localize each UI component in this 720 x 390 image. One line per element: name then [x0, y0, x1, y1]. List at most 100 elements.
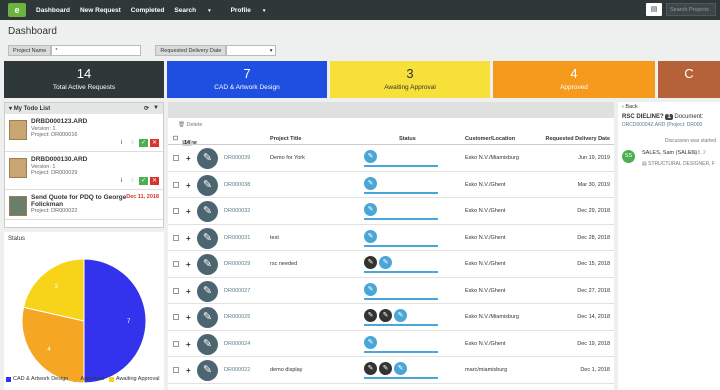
legend-item[interactable]: CAD & Artwork Design	[6, 376, 68, 382]
folder-icon[interactable]: ▤	[646, 3, 662, 16]
header-status[interactable]: Status	[399, 136, 416, 142]
row-checkbox[interactable]	[173, 287, 179, 294]
comment-icon[interactable]: ◌	[128, 177, 137, 185]
reject-button[interactable]: ✕	[150, 177, 159, 185]
doc-id[interactable]: DRCD00004Z.ARD	[622, 122, 665, 128]
delete-button[interactable]: 🗑 Delete	[168, 118, 614, 132]
tile-4[interactable]: C	[658, 61, 720, 98]
request-id[interactable]: DR000039	[224, 155, 250, 161]
expand-icon[interactable]: +	[186, 366, 191, 375]
status-progress	[364, 244, 438, 247]
todo-item[interactable]: DRBD000130.ARD Version: 1 Project: DR00002…	[5, 152, 163, 190]
pencil-icon[interactable]: ✎	[364, 362, 377, 375]
expand-icon[interactable]: +	[186, 181, 191, 190]
todo-title[interactable]: DRBD000123.ARD	[31, 118, 87, 125]
info-icon[interactable]: i	[117, 139, 126, 147]
comment-icon[interactable]: ◌	[128, 139, 137, 147]
header-customer[interactable]: Customer/Location	[465, 136, 515, 142]
request-id[interactable]: DR000032	[224, 208, 250, 214]
reject-button[interactable]: ✕	[150, 139, 159, 147]
row-checkbox[interactable]	[173, 261, 179, 267]
request-id[interactable]: DR000031	[224, 235, 250, 241]
row-checkbox[interactable]	[173, 340, 179, 347]
pie-slice-0[interactable]	[83, 258, 147, 384]
row-checkbox[interactable]	[173, 181, 179, 188]
request-id[interactable]: DR000027	[224, 288, 250, 294]
app-logo[interactable]: e	[8, 3, 26, 17]
status-icon[interactable]: ✎	[379, 256, 392, 269]
request-id[interactable]: DR000029	[224, 261, 250, 267]
row-checkbox[interactable]	[173, 208, 179, 214]
status-icon[interactable]: ✎	[394, 309, 407, 322]
status-icons: ✎	[364, 229, 379, 243]
table-row[interactable]: + ✎ DR000024 ✎ Esko N.V./Ghent Dec 19, 2018	[168, 331, 614, 357]
status-icon[interactable]: ✎	[364, 203, 377, 216]
table-row[interactable]: + ✎ DR000027 ✎ Esko N.V./Ghent Dec 27, 2018	[168, 278, 614, 304]
expand-icon[interactable]: +	[186, 207, 191, 216]
legend-item[interactable]: Awaiting Approval	[108, 376, 160, 382]
header-delivery-date[interactable]: Requested Delivery Date	[546, 136, 611, 142]
row-checkbox[interactable]	[173, 367, 179, 373]
status-icon[interactable]: ✎	[364, 150, 377, 163]
info-icon[interactable]: i	[117, 177, 126, 185]
todo-title[interactable]: DRBD000130.ARD	[31, 156, 87, 163]
table-row[interactable]: + ✎ DR000039 Demo for York ✎ Esko N.V./Miamis…	[168, 145, 614, 172]
status-icon[interactable]: ✎	[364, 229, 377, 243]
chevron-down-icon[interactable]: ▾	[9, 106, 12, 112]
request-id[interactable]: DR000022	[224, 367, 250, 373]
expand-icon[interactable]: +	[186, 234, 191, 243]
filter-icon[interactable]: ▼	[153, 105, 159, 111]
status-icon[interactable]: ✎	[364, 335, 377, 349]
nav-search[interactable]: Search ▾	[174, 7, 220, 14]
todo-list: DRBD000123.ARD Version: 1 Project: DR00001…	[5, 114, 163, 220]
header-project-title[interactable]: Project Title	[270, 136, 301, 142]
tile-2[interactable]: 3 Awaiting Approval	[330, 61, 490, 98]
table-row[interactable]: + ✎ DR000029 rsc needed ✎ ✎ Esko N.V./Ghent Dec…	[168, 251, 614, 278]
table-row[interactable]: + ✎ DR000031 test ✎ Esko N.V./Ghent Dec 28, 20…	[168, 225, 614, 251]
status-icon[interactable]: ✎	[364, 176, 377, 190]
request-id[interactable]: DR000038	[224, 182, 250, 188]
table-toolbar	[168, 102, 614, 118]
delivery-date-select[interactable]: ▾	[226, 45, 277, 56]
approve-button[interactable]: ✓	[139, 139, 148, 147]
status-icon[interactable]: ✎	[364, 282, 377, 296]
todo-title[interactable]: Send Quote for PDQ to George Folickman	[31, 194, 127, 208]
refresh-icon[interactable]: ⟳	[144, 105, 149, 112]
status-icon[interactable]: ✎	[394, 362, 407, 375]
tile-3[interactable]: 4 Approved	[493, 61, 655, 98]
table-row[interactable]: + ✎ DR000025 ✎ ✎ ✎ Esko N.V./Miamisburg Dec 14,…	[168, 304, 614, 331]
detail-title: RSC DIELINE? 1 Document:	[618, 112, 720, 122]
table-row[interactable]: + ✎ DR000038 ✎ Esko N.V./Ghent Mar 30, 2019	[168, 172, 614, 198]
back-link[interactable]: ‹ Back	[618, 102, 720, 112]
tile-1[interactable]: 7 CAD & Artwork Design	[167, 61, 327, 98]
todo-item[interactable]: Send Quote for PDQ to George Folickman Pr…	[5, 190, 163, 220]
expand-icon[interactable]: +	[186, 340, 191, 349]
expand-icon[interactable]: +	[186, 313, 191, 322]
expand-icon[interactable]: +	[186, 154, 191, 163]
pencil-icon[interactable]: ✎	[379, 362, 392, 375]
row-checkbox[interactable]	[173, 314, 179, 320]
row-checkbox[interactable]	[173, 234, 179, 241]
approve-button[interactable]: ✓	[139, 177, 148, 185]
expand-icon[interactable]: +	[186, 260, 191, 269]
select-all-checkbox[interactable]: ☐	[173, 136, 178, 142]
request-id[interactable]: DR000025	[224, 314, 250, 320]
table-row[interactable]: + ✎ DR000032 ✎ Esko N.V./Ghent Dec 29, 2018	[168, 198, 614, 225]
project-name-field[interactable]: *	[51, 45, 142, 56]
nav-completed[interactable]: Completed	[131, 7, 165, 14]
nav-profile[interactable]: Profile ▾	[231, 7, 276, 14]
table-row[interactable]: + ✎ DR000022 demo display ✎ ✎ ✎ marc/miamisburg…	[168, 357, 614, 384]
legend-item[interactable]: Approved	[73, 376, 104, 382]
search-input[interactable]: Search Projects	[666, 3, 716, 16]
request-id[interactable]: DR000024	[224, 341, 250, 347]
todo-item[interactable]: DRBD000123.ARD Version: 1 Project: DR00001…	[5, 114, 163, 152]
nav-dashboard[interactable]: Dashboard	[36, 7, 70, 14]
tile-0[interactable]: 14 Total Active Requests	[4, 61, 164, 98]
pencil-icon[interactable]: ✎	[379, 309, 392, 322]
row-checkbox[interactable]	[173, 155, 179, 161]
project-ref[interactable]: (Project: DR000	[667, 122, 703, 128]
pencil-icon[interactable]: ✎	[364, 256, 377, 269]
pencil-icon[interactable]: ✎	[364, 309, 377, 322]
expand-icon[interactable]: +	[186, 287, 191, 296]
nav-new-request[interactable]: New Request	[80, 7, 121, 14]
